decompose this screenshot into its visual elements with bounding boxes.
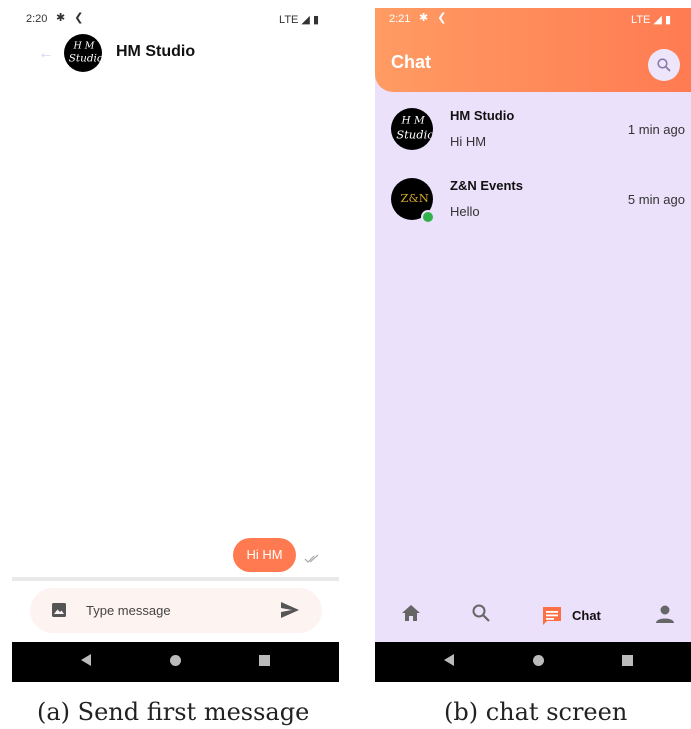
status-bar: 2:21 ✱ ❮ LTE ◢ ▮ xyxy=(375,8,691,30)
status-time: 2:20 xyxy=(26,13,48,25)
svg-text:H M: H M xyxy=(401,115,425,127)
nav-back-icon[interactable] xyxy=(444,654,454,666)
nav-home-icon[interactable] xyxy=(170,655,181,666)
chat-time: 1 min ago xyxy=(627,122,685,137)
svg-text:Z&N: Z&N xyxy=(400,191,428,205)
bottom-nav: Chat xyxy=(375,592,691,642)
sent-message-bubble[interactable]: Hi HM xyxy=(233,538,296,572)
caption-b: (b) chat screen xyxy=(444,698,628,726)
send-icon[interactable] xyxy=(280,601,300,619)
page-title: Chat xyxy=(391,52,431,72)
network-status: LTE ◢ ▮ xyxy=(631,14,671,26)
hm-studio-logo: H M Studio xyxy=(69,40,102,65)
chat-name: HM Studio xyxy=(450,108,515,123)
search-button[interactable] xyxy=(648,49,680,81)
page-title: HM Studio xyxy=(116,43,196,60)
svg-text:Studio: Studio xyxy=(396,127,433,141)
hm-studio-logo: H M Studio xyxy=(396,115,433,142)
chat-icon xyxy=(543,607,561,625)
chat-time: 5 min ago xyxy=(627,192,685,207)
back-arrow-icon[interactable]: ← xyxy=(38,45,54,63)
search-icon[interactable] xyxy=(472,604,490,622)
nav-chat-tab[interactable]: Chat xyxy=(541,603,603,629)
status-time: 2:21 xyxy=(389,13,411,25)
phone-send-message: 2:20 ✱ ❮ LTE ◢ ▮ ← H M Studio HM Studio … xyxy=(12,8,339,682)
search-icon xyxy=(657,58,671,72)
image-icon[interactable] xyxy=(51,602,67,618)
message-input-bar: Type message xyxy=(30,588,322,633)
svg-text:H M: H M xyxy=(73,40,95,51)
nav-home-icon[interactable] xyxy=(533,655,544,666)
settings-icon: ✱ ❮ xyxy=(56,12,87,24)
nav-recents-icon[interactable] xyxy=(259,655,270,666)
chat-list-item[interactable]: H M Studio HM Studio Hi HM 1 min ago xyxy=(375,104,691,164)
avatar[interactable]: H M Studio xyxy=(64,34,102,72)
network-status: LTE ◢ ▮ xyxy=(279,14,319,26)
double-check-icon xyxy=(304,554,319,563)
svg-text:Studio: Studio xyxy=(69,53,102,65)
chat-list-item[interactable]: Z&N Z&N Events Hello 5 min ago xyxy=(375,174,691,234)
nav-recents-icon[interactable] xyxy=(622,655,633,666)
status-bar: 2:20 ✱ ❮ LTE ◢ ▮ xyxy=(12,8,339,30)
avatar: H M Studio xyxy=(391,108,433,150)
online-indicator xyxy=(421,210,435,224)
message-input[interactable]: Type message xyxy=(86,603,171,618)
chat-last-message: Hello xyxy=(450,204,480,219)
home-icon[interactable] xyxy=(401,604,421,622)
system-nav-bar xyxy=(375,642,691,682)
app-header: 2:21 ✱ ❮ LTE ◢ ▮ Chat xyxy=(375,8,691,92)
phone-chat-screen: 2:21 ✱ ❮ LTE ◢ ▮ Chat H M Studio HM Stud… xyxy=(375,8,691,682)
nav-chat-label: Chat xyxy=(572,608,601,623)
chat-name: Z&N Events xyxy=(450,178,523,193)
caption-a: (a) Send first message xyxy=(37,698,310,726)
chat-last-message: Hi HM xyxy=(450,134,487,149)
settings-icon: ✱ ❮ xyxy=(419,12,450,24)
profile-icon[interactable] xyxy=(655,604,675,624)
nav-back-icon[interactable] xyxy=(81,654,91,666)
divider xyxy=(12,577,339,581)
system-nav-bar xyxy=(12,642,339,682)
